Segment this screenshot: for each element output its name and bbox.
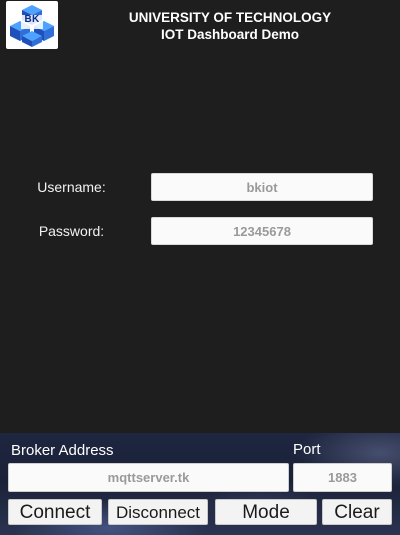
logo-cubes-icon [10, 5, 54, 47]
password-label: Password: [38, 223, 105, 239]
broker-address-field[interactable] [8, 463, 289, 492]
password-field[interactable] [151, 217, 373, 245]
disconnect-button[interactable]: Disconnect [108, 499, 208, 525]
username-row: Username: [0, 173, 400, 201]
title-line-university: UNIVERSITY OF TECHNOLOGY [128, 10, 332, 25]
username-label: Username: [37, 179, 106, 195]
username-field[interactable] [151, 173, 373, 201]
password-row: Password: [0, 217, 400, 245]
port-field[interactable] [293, 463, 392, 492]
page-title: UNIVERSITY OF TECHNOLOGY IOT Dashboard D… [60, 9, 400, 43]
port-label: Port [293, 441, 321, 458]
broker-address-label: Broker Address [11, 442, 114, 459]
clear-button[interactable]: Clear [322, 499, 392, 525]
broker-panel: Broker Address Port Connect Disconnect M… [0, 433, 400, 535]
mode-button[interactable]: Mode [215, 499, 317, 525]
logo-text: BK [24, 14, 40, 25]
connect-button[interactable]: Connect [8, 499, 102, 525]
university-logo: BK [6, 1, 58, 49]
title-line-dashboard: IOT Dashboard Demo [160, 27, 300, 42]
app-window: BK UNIVERSITY OF TECHNOLOGY IOT Dashboar… [0, 0, 400, 535]
